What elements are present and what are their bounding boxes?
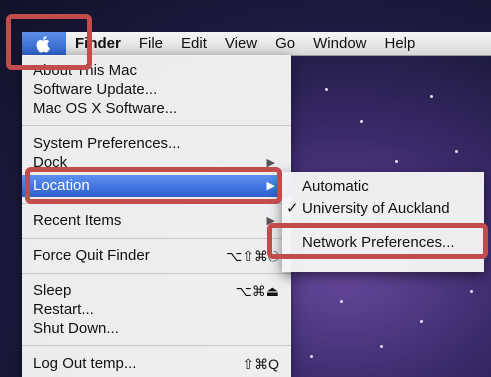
menubar-help[interactable]: Help bbox=[376, 32, 425, 55]
menubar-window[interactable]: Window bbox=[304, 32, 375, 55]
menu-item-log-out-label: Log Out temp... bbox=[33, 355, 137, 372]
log-out-shortcut: ⇧⌘Q bbox=[242, 356, 279, 372]
checkmark-icon: ✓ bbox=[286, 200, 299, 217]
annotation-box-location bbox=[25, 167, 282, 204]
menu-item-recent-items[interactable]: Recent Items ▶ bbox=[22, 210, 291, 232]
star bbox=[310, 355, 313, 358]
separator bbox=[22, 238, 291, 239]
menu-item-mac-os-x-software[interactable]: Mac OS X Software... bbox=[22, 98, 291, 120]
submenu-item-automatic[interactable]: Automatic bbox=[282, 176, 484, 198]
submenu-item-university[interactable]: ✓ University of Auckland bbox=[282, 198, 484, 220]
menubar-file[interactable]: File bbox=[130, 32, 172, 55]
separator bbox=[22, 345, 291, 346]
menu-item-force-quit[interactable]: Force Quit Finder ⌥⇧⌘⎋ bbox=[22, 245, 291, 267]
star bbox=[420, 320, 423, 323]
star bbox=[395, 160, 398, 163]
star bbox=[325, 88, 328, 91]
menubar-go[interactable]: Go bbox=[266, 32, 304, 55]
menu-item-force-quit-label: Force Quit Finder bbox=[33, 247, 150, 264]
menu-item-sleep-label: Sleep bbox=[33, 282, 72, 299]
star bbox=[360, 120, 363, 123]
menubar-view[interactable]: View bbox=[216, 32, 266, 55]
menu-item-log-out[interactable]: Log Out temp... ⇧⌘Q bbox=[22, 353, 291, 375]
star bbox=[340, 300, 343, 303]
annotation-box-apple-menu bbox=[6, 14, 92, 70]
star bbox=[455, 150, 458, 153]
menu-bar: Finder File Edit View Go Window Help bbox=[22, 32, 491, 56]
star bbox=[380, 345, 383, 348]
separator bbox=[22, 125, 291, 126]
menu-item-shut-down[interactable]: Shut Down... bbox=[22, 318, 291, 340]
submenu-item-university-label: University of Auckland bbox=[302, 200, 450, 217]
menu-item-recent-items-label: Recent Items bbox=[33, 212, 122, 229]
annotation-box-network-preferences bbox=[267, 223, 488, 259]
apple-menu: About This Mac Software Update... Mac OS… bbox=[22, 55, 291, 377]
star bbox=[470, 290, 473, 293]
star bbox=[430, 95, 433, 98]
menubar-edit[interactable]: Edit bbox=[172, 32, 216, 55]
separator bbox=[22, 273, 291, 274]
